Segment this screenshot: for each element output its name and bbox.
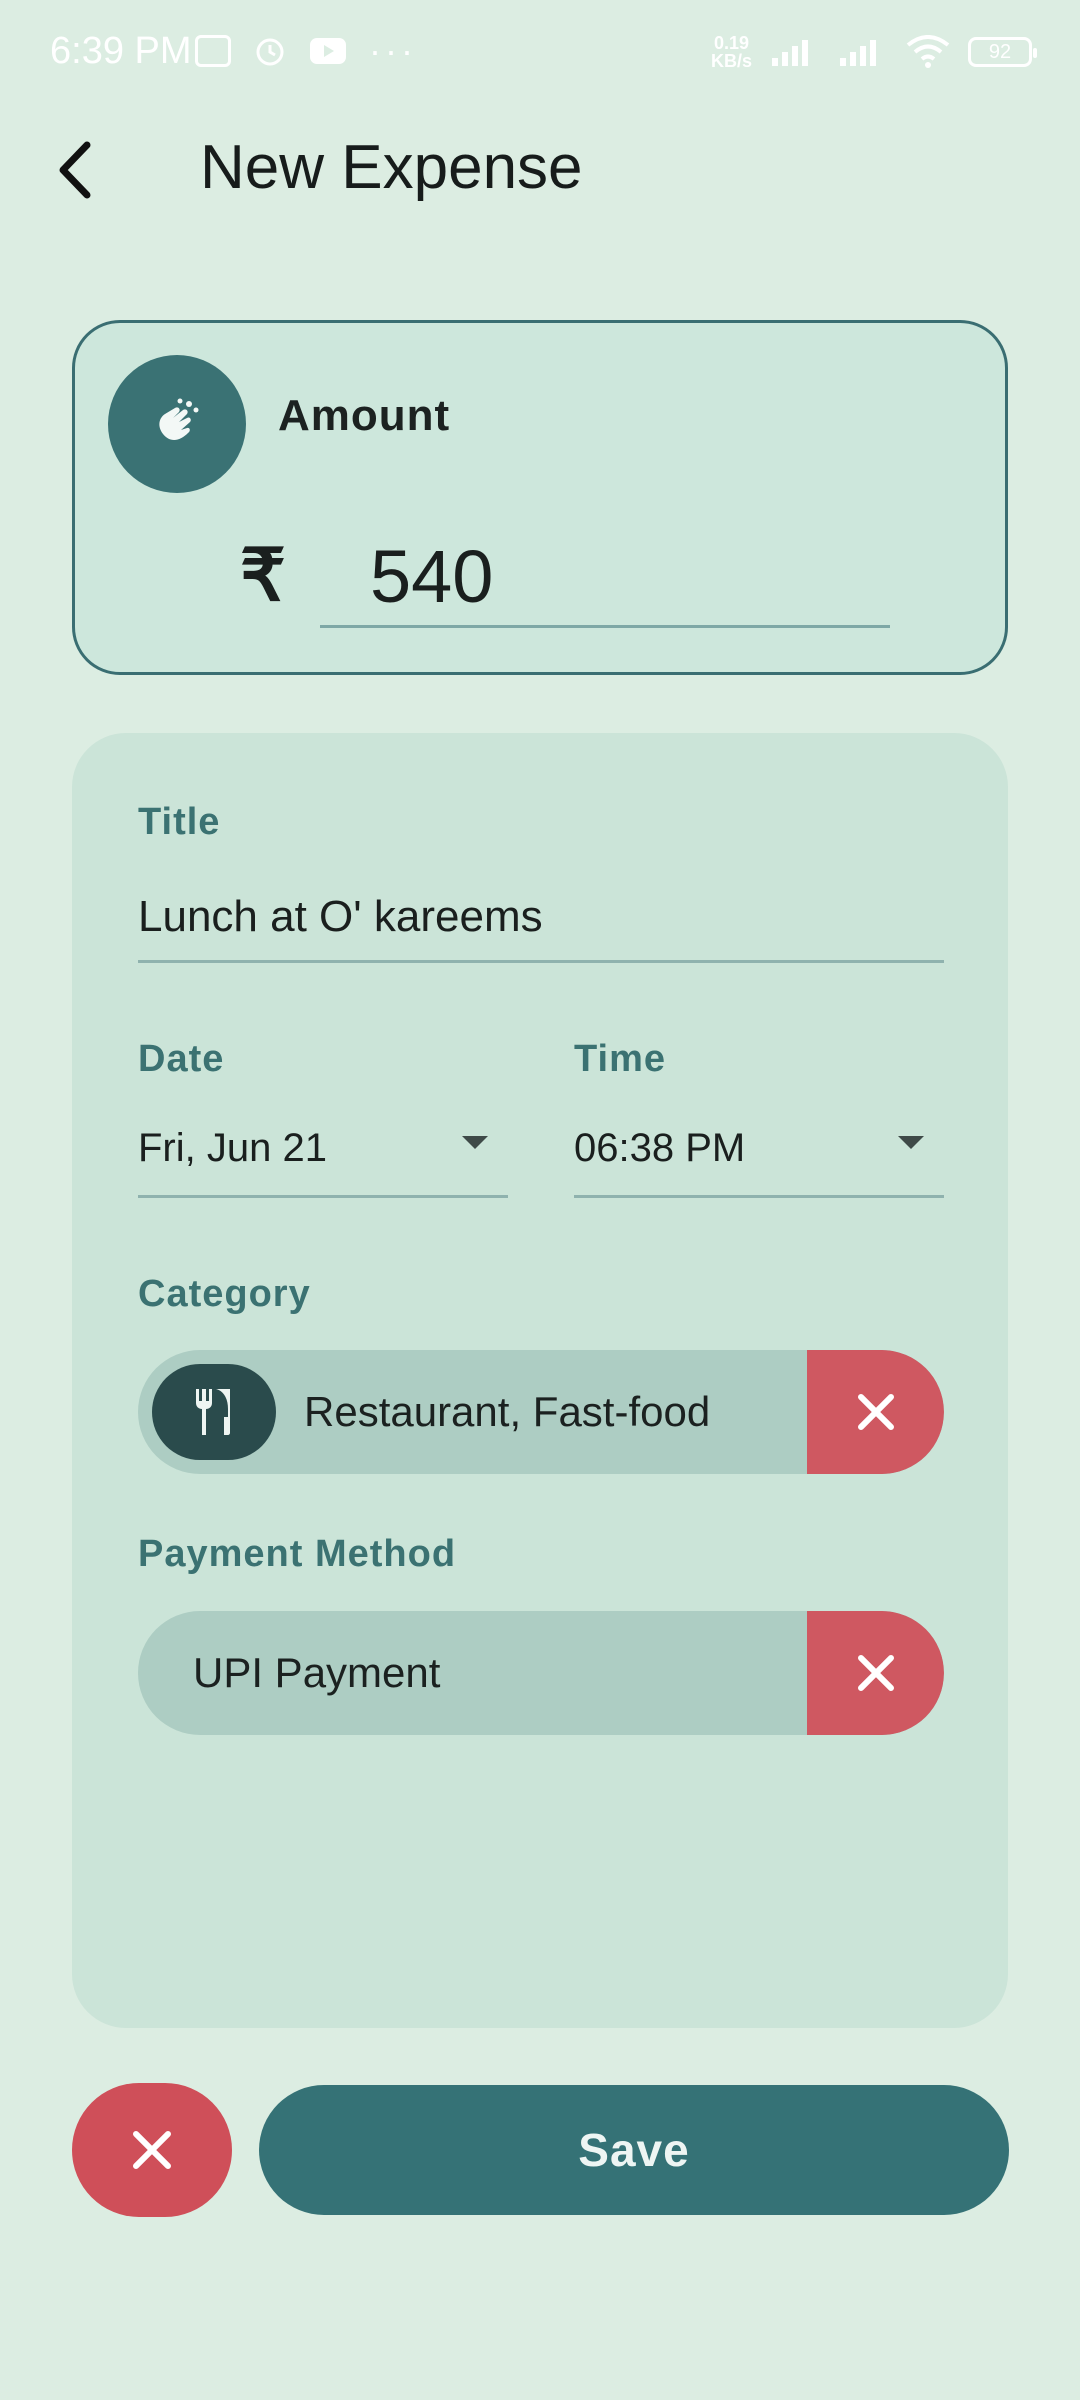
amount-avatar xyxy=(108,355,246,493)
more-notifications-icon: ··· xyxy=(369,30,417,71)
alarm-icon xyxy=(256,38,284,66)
date-dropdown[interactable]: Fri, Jun 21 xyxy=(138,1116,508,1198)
status-bar: 6:39 PM ··· 0.19 KB/s 92 xyxy=(0,0,1080,110)
close-icon xyxy=(857,1394,894,1430)
clapping-hands-icon xyxy=(159,398,199,441)
clear-payment-method-button[interactable] xyxy=(807,1611,944,1735)
page-title: New Expense xyxy=(200,133,583,202)
date-label: Date xyxy=(138,1038,225,1080)
amount-label: Amount xyxy=(278,391,451,440)
wifi-icon xyxy=(906,35,950,68)
currency-symbol: ₹ xyxy=(240,536,286,616)
chevron-left-icon xyxy=(59,141,91,199)
category-label: Category xyxy=(138,1273,311,1315)
clear-category-button[interactable] xyxy=(807,1350,944,1474)
dropdown-caret-icon xyxy=(462,1136,488,1149)
status-notification-icons: ··· xyxy=(195,30,417,71)
amount-input[interactable] xyxy=(320,528,890,628)
payment-method-label: Payment Method xyxy=(138,1533,457,1575)
time-dropdown[interactable]: 06:38 PM xyxy=(574,1116,944,1198)
date-value: Fri, Jun 21 xyxy=(138,1126,327,1170)
time-label: Time xyxy=(574,1038,667,1080)
youtube-icon xyxy=(310,38,346,64)
close-icon xyxy=(857,1655,894,1691)
time-value: 06:38 PM xyxy=(574,1126,746,1170)
status-time: 6:39 PM xyxy=(50,30,192,72)
category-icon-badge xyxy=(152,1364,276,1460)
signal-icon xyxy=(772,40,808,66)
dropdown-caret-icon xyxy=(898,1136,924,1149)
battery-icon: 92 xyxy=(968,37,1037,67)
title-input[interactable] xyxy=(138,873,944,963)
category-chip[interactable]: Restaurant, Fast-food xyxy=(138,1350,944,1474)
save-button[interactable]: Save xyxy=(259,2085,1009,2215)
fork-knife-icon xyxy=(196,1389,230,1435)
title-label: Title xyxy=(138,801,221,843)
back-button[interactable] xyxy=(50,138,100,202)
payment-method-chip[interactable]: UPI Payment xyxy=(138,1611,944,1735)
payment-method-value: UPI Payment xyxy=(193,1649,441,1696)
expense-details-card: Title Date Fri, Jun 21 Time 06:38 PM Cat… xyxy=(72,733,1008,2028)
network-speed: 0.19 KB/s xyxy=(710,33,752,71)
category-value: Restaurant, Fast-food xyxy=(304,1388,711,1435)
cancel-button[interactable] xyxy=(72,2083,232,2217)
close-icon xyxy=(133,2131,171,2169)
amount-card: Amount ₹ xyxy=(72,320,1008,675)
outlook-icon xyxy=(195,35,231,67)
signal-icon-2 xyxy=(840,40,876,66)
status-system-icons: 0.19 KB/s 92 xyxy=(710,33,1037,71)
